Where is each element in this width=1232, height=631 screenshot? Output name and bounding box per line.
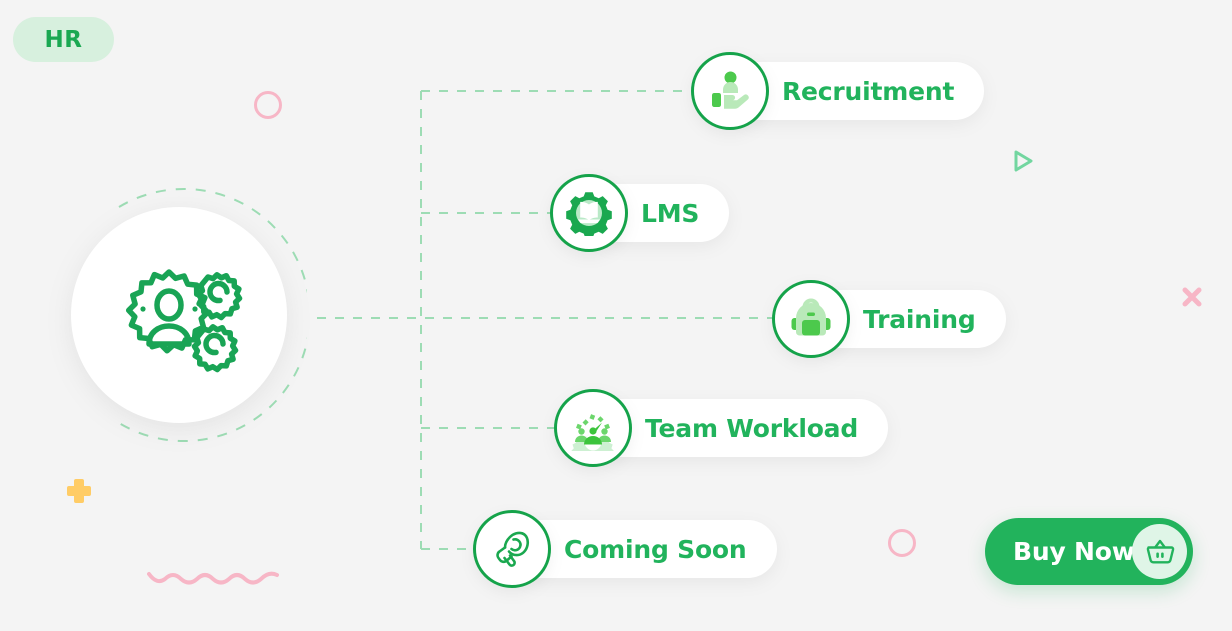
gauge-people-icon (571, 414, 614, 451)
shopping-basket-icon (1146, 539, 1174, 563)
node-coming-soon-label: Coming Soon (564, 534, 747, 564)
node-team-workload-icon-circle[interactable] (554, 389, 632, 467)
decorative-pink-circle-top (254, 91, 282, 119)
hub-circle (71, 207, 287, 423)
gear-book-icon (566, 192, 612, 236)
decorative-pink-circle-bottom (888, 529, 916, 557)
node-coming-soon-icon-circle[interactable] (473, 510, 551, 588)
decorative-green-play-triangle-icon (1010, 148, 1036, 174)
decorative-yellow-plus-icon (65, 477, 93, 505)
decorative-pink-cross-icon (1180, 285, 1204, 309)
infographic-canvas: HR Recruitment LMS Training Team Workloa… (0, 0, 1232, 631)
node-recruitment-icon-circle[interactable] (691, 52, 769, 130)
node-training-icon-circle[interactable] (772, 280, 850, 358)
backpack-icon (791, 298, 831, 336)
hr-badge-label: HR (44, 26, 83, 53)
node-team-workload-pill[interactable]: Team Workload (593, 399, 889, 457)
hr-badge: HR (13, 17, 114, 62)
megaphone-icon (496, 531, 530, 567)
node-team-workload-label: Team Workload (645, 413, 859, 443)
hr-gears-person-icon (125, 269, 243, 373)
node-lms-icon-circle[interactable] (550, 174, 628, 252)
recruitment-person-in-hand-icon (712, 71, 749, 109)
node-coming-soon-pill[interactable]: Coming Soon (512, 520, 777, 578)
buy-now-label: Buy Now (1013, 537, 1135, 566)
decorative-pink-wave (147, 565, 279, 587)
buy-now-icon-circle[interactable] (1132, 524, 1187, 579)
buy-now-button[interactable]: Buy Now (985, 518, 1193, 585)
